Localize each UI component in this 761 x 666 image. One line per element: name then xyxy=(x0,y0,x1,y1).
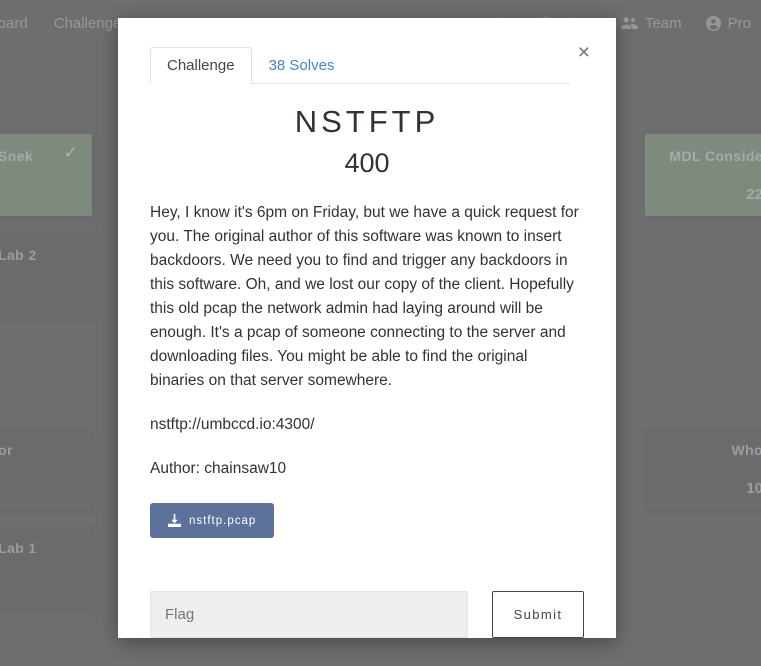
modal-tabs: Challenge 38 Solves xyxy=(150,46,570,84)
flag-input[interactable] xyxy=(150,591,468,638)
description-paragraph: Hey, I know it's 6pm on Friday, but we h… xyxy=(150,204,579,389)
challenge-value: 400 xyxy=(344,148,390,178)
challenge-connection-url: nstftp://umbccd.io:4300/ xyxy=(150,416,315,433)
modal-body: NSTFTP 400 Hey, I know it's 6pm on Frida… xyxy=(118,84,616,569)
tab-solves[interactable]: 38 Solves xyxy=(252,47,352,84)
download-attachment-label: nstftp.pcap xyxy=(189,514,257,527)
challenge-modal: × Challenge 38 Solves NSTFTP 400 Hey, I … xyxy=(118,18,616,638)
submit-button[interactable]: Submit xyxy=(492,591,584,638)
tab-challenge[interactable]: Challenge xyxy=(150,47,252,84)
challenge-description: Hey, I know it's 6pm on Friday, but we h… xyxy=(150,201,584,481)
download-attachment-button[interactable]: nstftp.pcap xyxy=(150,503,275,538)
challenge-author: Author: chainsaw10 xyxy=(150,460,287,477)
modal-header: × Challenge 38 Solves xyxy=(118,18,616,84)
modal-footer: Submit xyxy=(118,591,616,638)
challenge-name: NSTFTP xyxy=(294,104,440,139)
close-icon[interactable]: × xyxy=(578,42,590,63)
download-icon xyxy=(168,514,181,527)
page-root: reboard Challenges Notifications Team xyxy=(0,0,761,666)
